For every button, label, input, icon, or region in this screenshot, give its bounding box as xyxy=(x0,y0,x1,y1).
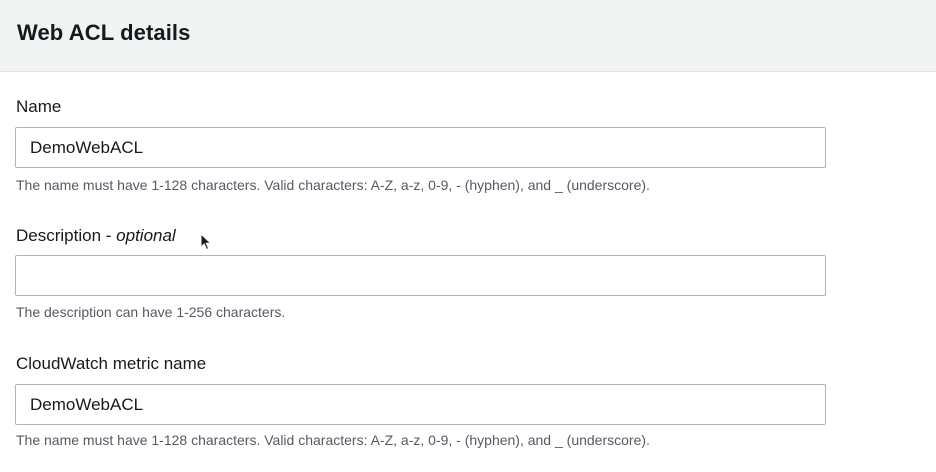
description-label-separator: - xyxy=(101,226,117,245)
web-acl-details-panel: Web ACL details Name The name must have … xyxy=(0,0,936,472)
description-input[interactable] xyxy=(15,255,826,296)
metric-name-hint: The name must have 1-128 characters. Val… xyxy=(16,432,650,448)
description-label: Description - optional xyxy=(16,224,176,248)
name-hint: The name must have 1-128 characters. Val… xyxy=(16,177,650,193)
panel-title: Web ACL details xyxy=(17,20,191,45)
description-label-text: Description xyxy=(16,226,102,245)
name-label: Name xyxy=(16,97,62,116)
metric-name-label: CloudWatch metric name xyxy=(16,354,207,373)
description-hint: The description can have 1-256 character… xyxy=(16,304,286,320)
metric-name-input[interactable] xyxy=(15,384,826,425)
name-input[interactable] xyxy=(15,127,826,168)
panel-header: Web ACL details xyxy=(0,0,936,72)
optional-tag: optional xyxy=(116,226,176,245)
mouse-pointer-icon xyxy=(200,233,212,251)
